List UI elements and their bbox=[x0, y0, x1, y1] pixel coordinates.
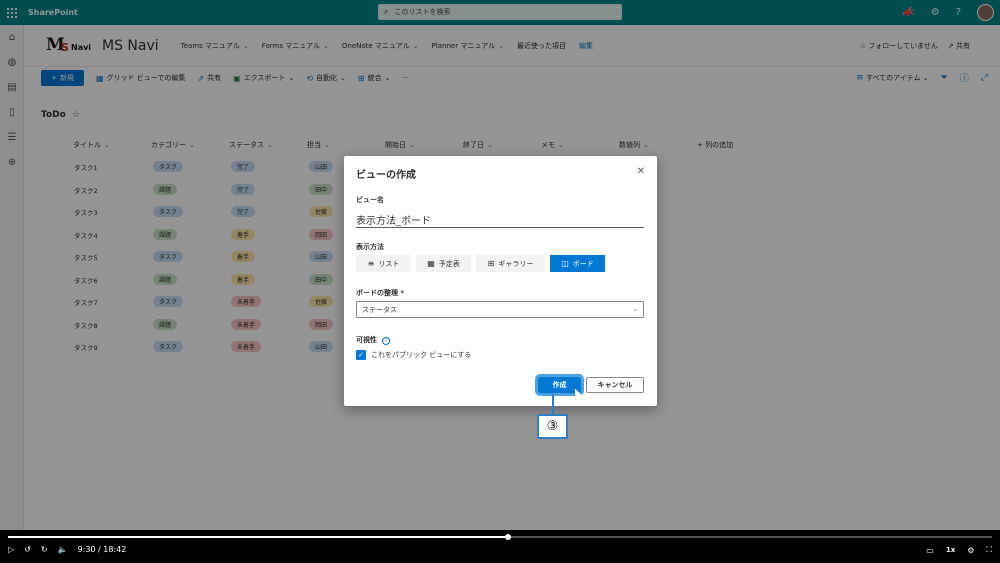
visibility-label: 可視性 i bbox=[356, 335, 390, 345]
progress-thumb[interactable] bbox=[504, 534, 511, 540]
close-icon[interactable]: ✕ bbox=[637, 166, 645, 177]
video-progress[interactable] bbox=[8, 534, 992, 540]
chevron-down-icon: ⌄ bbox=[632, 305, 638, 313]
board-icon: ◫ bbox=[561, 259, 569, 268]
organize-dropdown[interactable]: ステータス ⌄ bbox=[356, 301, 644, 318]
step-callout: ③ bbox=[537, 414, 568, 439]
rewind-icon[interactable]: ↺ bbox=[24, 545, 31, 554]
list-icon: ≡ bbox=[367, 259, 375, 268]
view-type-list[interactable]: ≡ リスト bbox=[356, 255, 411, 272]
view-name-label: ビュー名 bbox=[356, 196, 384, 204]
organize-value: ステータス bbox=[362, 306, 397, 314]
video-time: 9:30 / 18:42 bbox=[77, 545, 127, 554]
create-view-dialog: ビューの作成 ✕ ビュー名 表示方法_ボード 表示方法 ≡ リスト ▦ 予定表 ⊞ ギ… bbox=[344, 156, 657, 406]
play-icon[interactable]: ▷ bbox=[8, 545, 14, 554]
public-view-label: これをパブリック ビューにする bbox=[371, 351, 472, 359]
view-type-calendar[interactable]: ▦ 予定表 bbox=[416, 255, 471, 272]
settings-icon[interactable]: ⚙ bbox=[967, 546, 974, 555]
view-type-group: ≡ リスト ▦ 予定表 ⊞ ギャラリー ◫ ボード bbox=[356, 255, 605, 272]
volume-icon[interactable]: 🔈 bbox=[58, 545, 68, 554]
playback-speed[interactable]: 1x bbox=[946, 546, 955, 554]
video-controls: ▷ ↺ ↻ 🔈 9:30 / 18:42 ▭ 1x ⚙ ⛶ bbox=[0, 530, 1000, 563]
display-label: 表示方法 bbox=[356, 243, 384, 251]
calendar-icon: ▦ bbox=[427, 259, 435, 268]
view-name-input[interactable]: 表示方法_ボード bbox=[356, 208, 644, 228]
cancel-button[interactable]: キャンセル bbox=[586, 377, 644, 393]
organize-label: ボードの整理 * bbox=[356, 289, 405, 297]
captions-icon[interactable]: ▭ bbox=[926, 546, 934, 555]
public-view-checkbox[interactable]: ✓ bbox=[356, 350, 366, 360]
fullscreen-icon[interactable]: ⛶ bbox=[986, 545, 992, 555]
gallery-icon: ⊞ bbox=[487, 259, 495, 268]
dialog-title: ビューの作成 bbox=[356, 170, 416, 181]
view-type-gallery[interactable]: ⊞ ギャラリー bbox=[476, 255, 545, 272]
info-icon[interactable]: i bbox=[382, 337, 390, 345]
forward-icon[interactable]: ↻ bbox=[41, 545, 48, 554]
view-type-board[interactable]: ◫ ボード bbox=[550, 255, 605, 272]
public-view-option[interactable]: ✓ これをパブリック ビューにする bbox=[356, 350, 471, 360]
callout-line bbox=[552, 394, 554, 416]
progress-fill bbox=[8, 536, 508, 538]
